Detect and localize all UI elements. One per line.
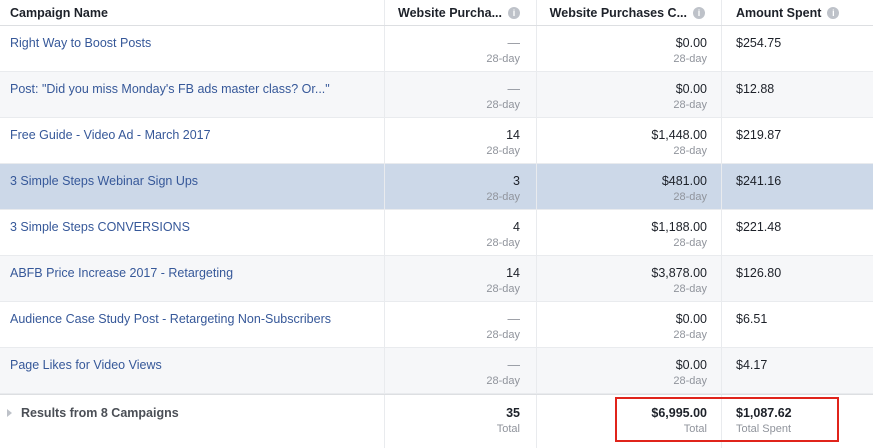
amount-spent-value: $4.17 — [736, 358, 768, 372]
campaign-name-link[interactable]: Free Guide - Video Ad - March 2017 — [10, 118, 384, 143]
table-header: Campaign Name Website Purcha... i Website… — [0, 0, 873, 26]
purchases-value: — — [507, 312, 521, 326]
campaign-name-link[interactable]: Audience Case Study Post - Retargeting N… — [10, 302, 384, 327]
attribution-window: 28-day — [486, 237, 520, 249]
table-row[interactable]: ABFB Price Increase 2017 - Retargeting 1… — [0, 256, 873, 302]
attribution-window: 28-day — [486, 99, 520, 111]
total-spent-label: Total Spent — [736, 423, 792, 435]
total-label: Total — [683, 423, 707, 435]
purchase-conversion-value: $0.00 — [675, 358, 707, 372]
attribution-window: 28-day — [673, 99, 707, 111]
column-header-amount-spent[interactable]: Amount Spent i — [722, 0, 873, 25]
campaign-name-link[interactable]: 3 Simple Steps Webinar Sign Ups — [10, 164, 384, 189]
purchase-conversion-value: $1,448.00 — [651, 128, 707, 142]
campaign-name-link[interactable]: Page Likes for Video Views — [10, 348, 384, 373]
campaign-name-link[interactable]: ABFB Price Increase 2017 - Retargeting — [10, 256, 384, 281]
column-header-website-purchases-value[interactable]: Website Purchases C... i — [537, 0, 722, 25]
amount-spent-value: $12.88 — [736, 82, 775, 96]
purchase-conversion-value: $3,878.00 — [651, 266, 707, 280]
purchase-conversion-value: $0.00 — [675, 82, 707, 96]
amount-spent-value: $6.51 — [736, 312, 768, 326]
results-summary-row: Results from 8 Campaigns 35 Total $6,995.… — [0, 394, 873, 448]
attribution-window: 28-day — [486, 329, 520, 341]
table-row[interactable]: Free Guide - Video Ad - March 2017 14 28-… — [0, 118, 873, 164]
campaign-name-link[interactable]: Post: "Did you miss Monday's FB ads mast… — [10, 72, 384, 97]
table-row[interactable]: Right Way to Boost Posts — 28-day $0.00 28… — [0, 26, 873, 72]
total-purchases: 35 — [506, 406, 520, 420]
column-header-label: Website Purcha... — [398, 6, 502, 20]
amount-spent-value: $221.48 — [736, 220, 782, 234]
attribution-window: 28-day — [673, 283, 707, 295]
table-row[interactable]: Audience Case Study Post - Retargeting N… — [0, 302, 873, 348]
attribution-window: 28-day — [673, 191, 707, 203]
purchases-value: — — [507, 358, 521, 372]
purchases-value: 3 — [513, 174, 520, 188]
attribution-window: 28-day — [486, 145, 520, 157]
table-row-selected[interactable]: 3 Simple Steps Webinar Sign Ups 3 28-day … — [0, 164, 873, 210]
attribution-window: 28-day — [673, 329, 707, 341]
purchases-value: — — [507, 36, 521, 50]
amount-spent-value: $241.16 — [736, 174, 782, 188]
amount-spent-value: $219.87 — [736, 128, 782, 142]
campaign-name-link[interactable]: 3 Simple Steps CONVERSIONS — [10, 210, 384, 235]
purchase-conversion-value: $481.00 — [661, 174, 707, 188]
table-row[interactable]: 3 Simple Steps CONVERSIONS 4 28-day $1,18… — [0, 210, 873, 256]
column-header-campaign-name[interactable]: Campaign Name — [0, 0, 385, 25]
purchase-conversion-value: $1,188.00 — [651, 220, 707, 234]
info-icon[interactable]: i — [693, 6, 705, 19]
total-label: Total — [496, 423, 520, 435]
info-icon[interactable]: i — [508, 6, 520, 19]
purchases-value: 4 — [513, 220, 520, 234]
info-icon[interactable]: i — [827, 6, 840, 19]
purchase-conversion-value: $0.00 — [675, 312, 707, 326]
expand-triangle-icon[interactable] — [7, 409, 12, 417]
attribution-window: 28-day — [673, 237, 707, 249]
attribution-window: 28-day — [673, 375, 707, 387]
attribution-window: 28-day — [486, 53, 520, 65]
results-summary-label: Results from 8 Campaigns — [21, 406, 179, 420]
purchase-conversion-value: $0.00 — [675, 36, 707, 50]
purchases-value: 14 — [506, 266, 520, 280]
amount-spent-value: $126.80 — [736, 266, 782, 280]
attribution-window: 28-day — [673, 53, 707, 65]
attribution-window: 28-day — [486, 191, 520, 203]
column-header-website-purchases[interactable]: Website Purcha... i — [385, 0, 537, 25]
attribution-window: 28-day — [673, 145, 707, 157]
campaign-table: Campaign Name Website Purcha... i Website… — [0, 0, 873, 448]
purchases-value: 14 — [506, 128, 520, 142]
attribution-window: 28-day — [486, 283, 520, 295]
campaign-name-link[interactable]: Right Way to Boost Posts — [10, 26, 384, 51]
total-purchase-value: $6,995.00 — [651, 406, 707, 420]
column-header-label: Amount Spent — [736, 6, 822, 20]
attribution-window: 28-day — [486, 375, 520, 387]
total-amount-spent: $1,087.62 — [736, 406, 792, 420]
purchases-value: — — [507, 82, 521, 96]
amount-spent-value: $254.75 — [736, 36, 782, 50]
table-row[interactable]: Page Likes for Video Views — 28-day $0.00… — [0, 348, 873, 394]
column-header-label: Campaign Name — [10, 6, 108, 20]
table-row[interactable]: Post: "Did you miss Monday's FB ads mast… — [0, 72, 873, 118]
column-header-label: Website Purchases C... — [549, 6, 687, 20]
